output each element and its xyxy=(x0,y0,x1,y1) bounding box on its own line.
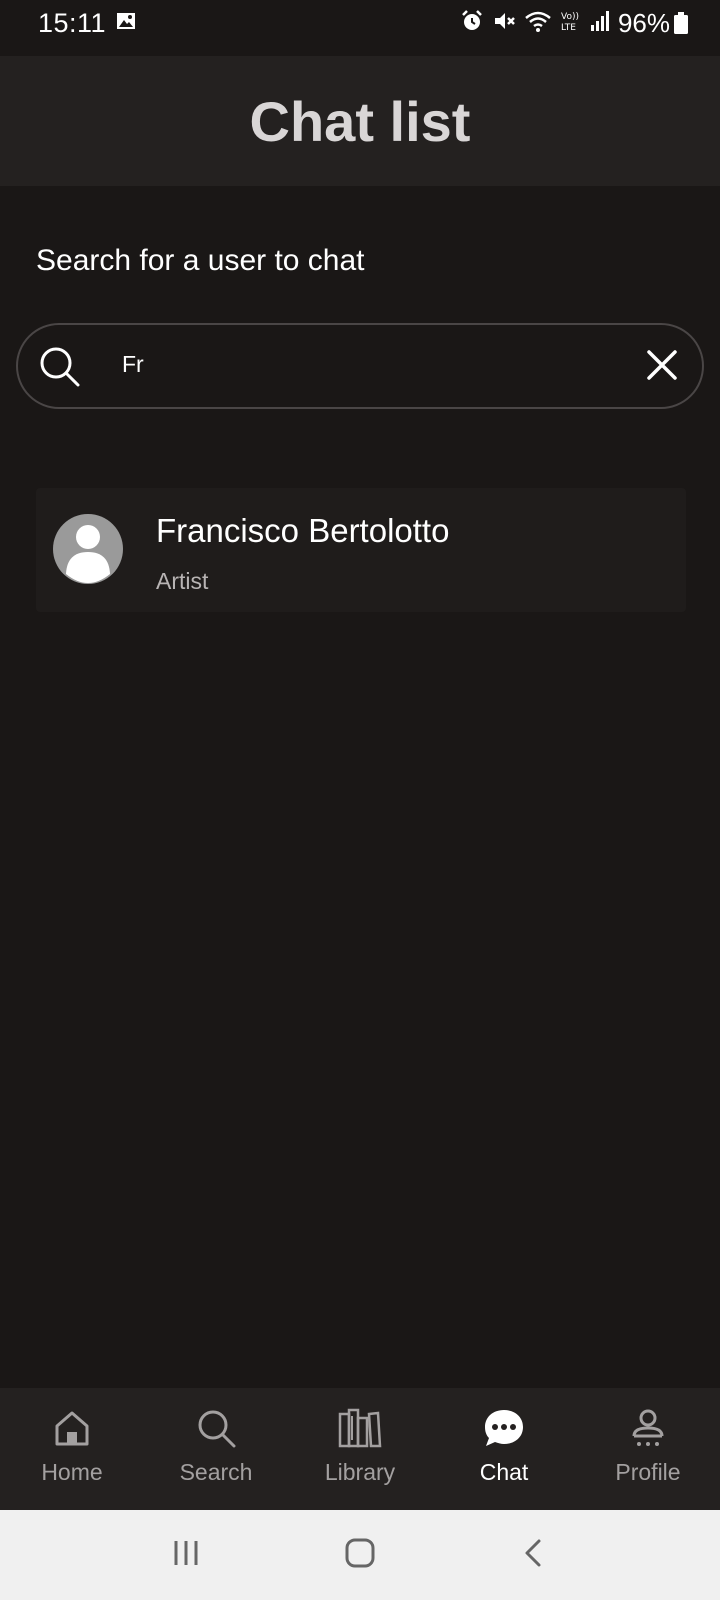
alarm-icon xyxy=(460,9,484,38)
nav-search-label: Search xyxy=(179,1459,253,1485)
back-icon[interactable] xyxy=(519,1538,549,1573)
wifi-icon xyxy=(524,9,552,38)
nav-profile[interactable]: Profile xyxy=(576,1388,720,1510)
nav-search[interactable]: Search xyxy=(144,1388,288,1510)
signal-icon xyxy=(590,10,610,37)
user-role: Artist xyxy=(156,568,209,594)
search-icon xyxy=(196,1408,236,1453)
page-title: Chat list xyxy=(249,89,471,153)
mute-icon xyxy=(492,9,516,38)
app-header: Chat list xyxy=(0,56,720,186)
battery-icon xyxy=(674,12,688,39)
search-icon xyxy=(38,345,82,394)
svg-text:LTE: LTE xyxy=(561,23,576,33)
nav-chat[interactable]: Chat xyxy=(432,1388,576,1510)
nav-chat-label: Chat xyxy=(479,1459,529,1485)
battery-level: 96% xyxy=(617,8,670,38)
svg-text:Vo)): Vo)) xyxy=(561,12,579,22)
gallery-icon xyxy=(116,12,136,35)
close-icon[interactable] xyxy=(644,347,680,388)
library-icon xyxy=(338,1408,382,1453)
nav-profile-label: Profile xyxy=(615,1459,681,1485)
recents-icon[interactable] xyxy=(171,1538,201,1573)
home-icon xyxy=(52,1408,92,1453)
nav-home-label: Home xyxy=(41,1459,103,1485)
status-icons: Vo)) LTE 96% xyxy=(460,8,670,39)
search-label: Search for a user to chat xyxy=(36,244,365,277)
list-item[interactable]: Francisco Bertolotto Artist xyxy=(36,488,686,612)
nav-library[interactable]: Library xyxy=(288,1388,432,1510)
chat-icon xyxy=(483,1408,525,1453)
avatar-icon xyxy=(53,514,123,589)
search-input[interactable] xyxy=(122,351,602,378)
profile-icon xyxy=(628,1408,668,1453)
bottom-nav: Home Search Library Chat Profile xyxy=(0,1388,720,1510)
search-bar[interactable] xyxy=(16,323,704,409)
user-name: Francisco Bertolotto xyxy=(156,512,450,549)
nav-library-label: Library xyxy=(324,1459,396,1485)
status-bar: 15:11 Vo)) LTE 96% xyxy=(0,0,720,56)
volte-icon: Vo)) LTE xyxy=(560,9,582,38)
nav-home[interactable]: Home xyxy=(0,1388,144,1510)
status-time: 15:11 xyxy=(38,8,107,38)
system-nav-bar xyxy=(0,1510,720,1600)
home-button-icon[interactable] xyxy=(344,1537,376,1574)
